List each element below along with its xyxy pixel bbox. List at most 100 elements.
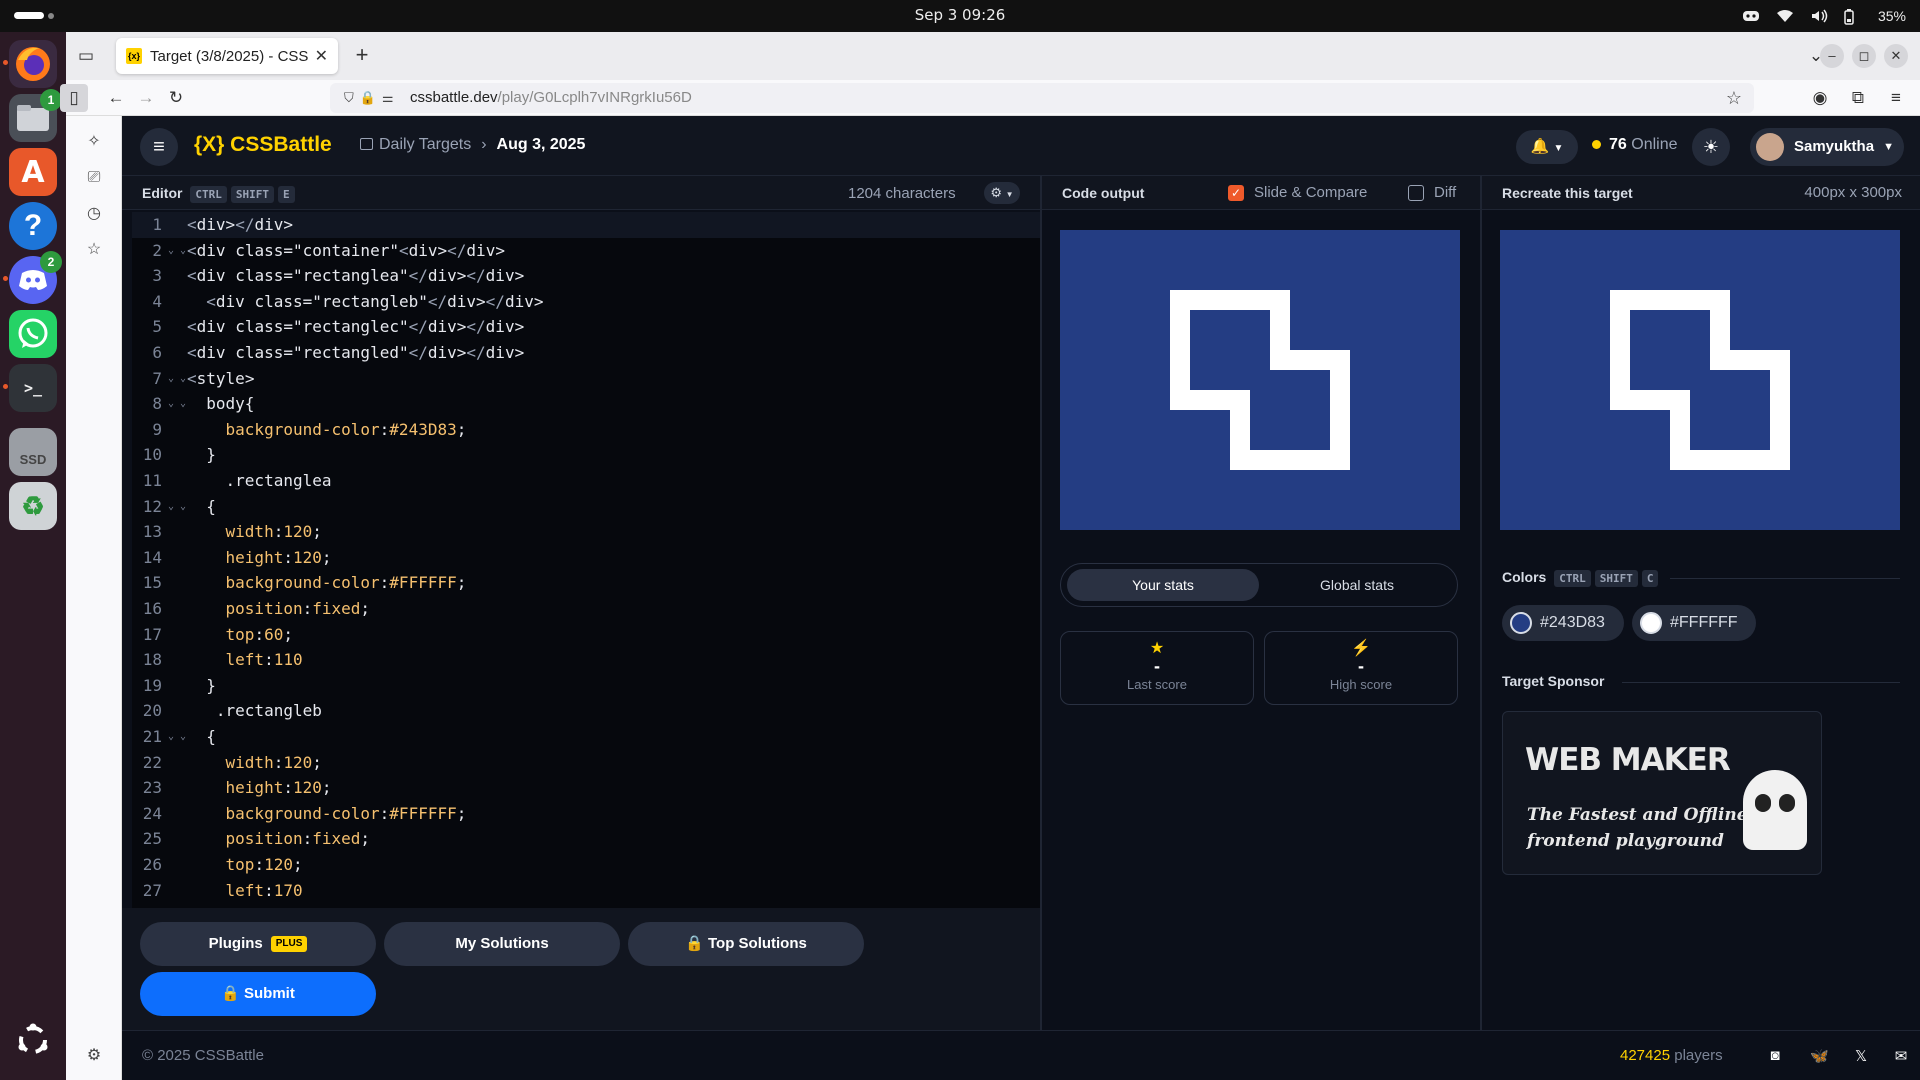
synced-tabs-icon[interactable]: ⎚ <box>82 166 106 190</box>
code-line[interactable]: 22 width:120; <box>132 750 1040 776</box>
code-line[interactable]: 17 top:60; <box>132 622 1040 648</box>
files-dock-icon[interactable]: 1 <box>9 89 62 142</box>
sidebar-toggle-icon[interactable]: ▯ <box>60 84 88 112</box>
code-line[interactable]: 19 } <box>132 673 1040 699</box>
bookmarks-icon[interactable]: ☆ <box>82 238 106 262</box>
my-solutions-button[interactable]: My Solutions <box>384 922 620 966</box>
code-line[interactable]: 21 ⌄ ⌄ { <box>132 724 1040 750</box>
ai-chatbot-icon[interactable]: ✧ <box>82 130 106 154</box>
fold-chevron-icon[interactable]: ⌄ ⌄ <box>168 238 186 264</box>
history-icon[interactable]: ◷ <box>82 202 106 226</box>
browser-tab-cssbattle[interactable]: {x} Target (3/8/2025) - CSSBattle ✕ <box>116 38 338 74</box>
cssbattle-logo[interactable]: {X} CSSBattle <box>194 133 332 157</box>
terminal-dock-icon[interactable]: >_ <box>3 364 57 412</box>
color-swatch-blue[interactable]: #243D83 <box>1502 605 1624 641</box>
notifications-button[interactable]: 🔔 ▼ <box>1516 130 1578 164</box>
code-line[interactable]: 4 <div class="rectangleb"</div></div> <box>132 289 1040 315</box>
url-text[interactable]: cssbattle.dev/play/G0Lcplh7vINRgrkIu56D <box>410 83 692 113</box>
code-line[interactable]: 11 .rectanglea <box>132 468 1040 494</box>
submit-button[interactable]: 🔒 Submit <box>140 972 376 1016</box>
code-line[interactable]: 8 ⌄ ⌄ body{ <box>132 391 1040 417</box>
email-icon[interactable]: ✉ <box>1892 1047 1910 1065</box>
tab-groups-icon[interactable]: ▭ <box>72 42 100 70</box>
user-menu-button[interactable]: Samyuktha ▼ <box>1750 128 1904 166</box>
close-tab-icon[interactable]: ✕ <box>315 46 328 66</box>
code-line[interactable]: 3 <div class="rectanglea"</div></div> <box>132 263 1040 289</box>
fold-chevron-icon[interactable]: ⌄ ⌄ <box>168 724 186 750</box>
shield-lock-icon[interactable]: ⛉🔒⚌ <box>344 83 400 113</box>
diff-checkbox[interactable] <box>1408 185 1424 201</box>
system-clock[interactable]: Sep 3 09:26 <box>0 0 1920 30</box>
extensions-icon[interactable]: ⧉ <box>1844 84 1872 112</box>
fold-chevron-icon[interactable]: ⌄ ⌄ <box>168 391 186 417</box>
target-canvas[interactable] <box>1500 230 1900 530</box>
hamburger-menu-button[interactable]: ≡ <box>140 128 178 166</box>
forward-icon[interactable]: → <box>132 84 160 112</box>
code-line[interactable]: 26 top:120; <box>132 852 1040 878</box>
code-line[interactable]: 7 ⌄ ⌄ <style> <box>132 366 1040 392</box>
tab-global-stats[interactable]: Global stats <box>1261 569 1453 601</box>
bluesky-icon[interactable]: 🦋 <box>1810 1047 1829 1065</box>
top-solutions-button[interactable]: 🔒 Top Solutions <box>628 922 864 966</box>
code-output-canvas[interactable] <box>1060 230 1460 530</box>
x-twitter-icon[interactable]: 𝕏 <box>1852 1047 1870 1065</box>
editor-settings-button[interactable]: ⚙ ▼ <box>984 182 1020 204</box>
code-line[interactable]: 23 height:120; <box>132 775 1040 801</box>
firefox-dock-icon[interactable] <box>3 40 57 88</box>
maximize-window-button[interactable]: ◻ <box>1852 44 1876 68</box>
discord-tray-icon[interactable] <box>1742 9 1760 23</box>
whatsapp-dock-icon[interactable] <box>9 310 57 358</box>
new-tab-button[interactable]: + <box>348 42 376 70</box>
code-line[interactable]: 9 background-color:#243D83; <box>132 417 1040 443</box>
show-apps-dock-icon[interactable] <box>9 1016 57 1064</box>
help-dock-icon[interactable]: ? <box>9 202 57 250</box>
code-line[interactable]: 1 <div></div> <box>132 212 1040 238</box>
slide-compare-label[interactable]: Slide & Compare <box>1254 184 1367 201</box>
app-menu-icon[interactable]: ≡ <box>1882 84 1910 112</box>
reload-icon[interactable]: ↻ <box>162 84 190 112</box>
code-line[interactable]: 6 <div class="rectangled"</div></div> <box>132 340 1040 366</box>
fold-chevron-icon[interactable]: ⌄ ⌄ <box>168 494 186 520</box>
trash-dock-icon[interactable]: ♻ <box>9 482 57 530</box>
code-line[interactable]: 14 height:120; <box>132 545 1040 571</box>
code-line[interactable]: 27 left:170 <box>132 878 1040 904</box>
wifi-icon[interactable] <box>1776 9 1794 23</box>
code-line[interactable]: 25 position:fixed; <box>132 826 1040 852</box>
code-line[interactable]: 10 } <box>132 442 1040 468</box>
diff-label[interactable]: Diff <box>1434 184 1456 201</box>
account-icon[interactable]: ◉ <box>1806 84 1834 112</box>
code-line[interactable]: 18 left:110 <box>132 647 1040 673</box>
system-tray[interactable]: 35% <box>1742 0 1906 32</box>
plugins-button[interactable]: Plugins PLUS <box>140 922 376 966</box>
code-line[interactable]: 13 width:120; <box>132 519 1040 545</box>
sidebar-settings-icon[interactable]: ⚙ <box>82 1044 106 1068</box>
code-line[interactable]: 2 ⌄ ⌄ <div class="container"<div></div> <box>132 238 1040 264</box>
discord-dock-icon[interactable]: 2 <box>3 251 62 304</box>
panel-divider[interactable] <box>1480 176 1482 1030</box>
discord-icon[interactable]: ◙ <box>1766 1047 1784 1064</box>
fold-chevron-icon[interactable]: ⌄ ⌄ <box>168 366 186 392</box>
minimize-window-button[interactable]: – <box>1820 44 1844 68</box>
color-swatch-white[interactable]: #FFFFFF <box>1632 605 1756 641</box>
battery-icon[interactable] <box>1844 9 1862 25</box>
code-editor[interactable]: 1 <div></div> 2 ⌄ ⌄ <div class="container"<d… <box>132 212 1040 908</box>
disk-dock-icon[interactable]: SSD <box>9 428 57 476</box>
bookmark-star-icon[interactable]: ☆ <box>1726 83 1742 113</box>
code-line[interactable]: 24 background-color:#FFFFFF; <box>132 801 1040 827</box>
breadcrumb-daily-targets[interactable]: Daily Targets <box>379 136 471 153</box>
theme-toggle-button[interactable]: ☀ <box>1692 128 1730 166</box>
back-icon[interactable]: ← <box>102 84 130 112</box>
close-window-button[interactable]: ✕ <box>1884 44 1908 68</box>
code-line[interactable]: 15 background-color:#FFFFFF; <box>132 570 1040 596</box>
app-center-dock-icon[interactable]: A <box>9 148 57 196</box>
volume-icon[interactable] <box>1810 9 1828 23</box>
panel-divider[interactable] <box>1040 176 1042 1030</box>
tab-your-stats[interactable]: Your stats <box>1067 569 1259 601</box>
code-line[interactable]: 16 position:fixed; <box>132 596 1040 622</box>
sponsor-banner[interactable]: WEB MAKER The Fastest and Offline fronte… <box>1502 711 1822 875</box>
code-line[interactable]: 5 <div class="rectanglec"</div></div> <box>132 314 1040 340</box>
slide-compare-checkbox[interactable]: ✓ <box>1228 185 1244 201</box>
code-line[interactable]: 20 .rectangleb <box>132 698 1040 724</box>
url-bar[interactable]: ⛉🔒⚌ cssbattle.dev/play/G0Lcplh7vINRgrkIu… <box>330 83 1754 113</box>
code-line[interactable]: 12 ⌄ ⌄ { <box>132 494 1040 520</box>
